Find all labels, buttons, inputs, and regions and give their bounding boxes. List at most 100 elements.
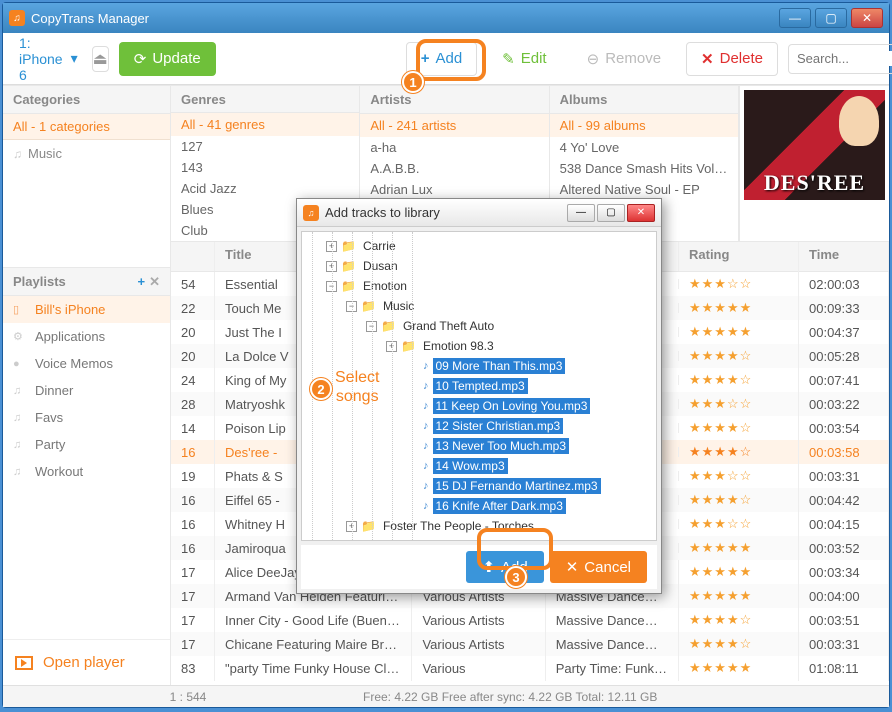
browser-item[interactable]: A.A.B.B.: [360, 158, 548, 179]
tree-node[interactable]: −📁Emotion: [306, 276, 652, 296]
folder-icon: 📁: [401, 339, 416, 353]
dialog-close[interactable]: ✕: [627, 204, 655, 222]
playlist-icon: ♫: [13, 385, 27, 397]
music-file-icon: ♪: [423, 480, 429, 492]
browser-item[interactable]: 538 Dance Smash Hits Vol…: [550, 158, 738, 179]
tree-node[interactable]: +📁Foster The People - Torches: [306, 516, 652, 536]
playlists-header: Playlists + ✕: [3, 268, 170, 296]
tree-label: Emotion 98.3: [420, 338, 497, 354]
playlist-item[interactable]: ♫ Dinner: [3, 377, 170, 404]
tree-label: 16 Knife After Dark.mp3: [433, 498, 566, 514]
device-selector[interactable]: 1: iPhone 6 ▾: [15, 31, 82, 87]
col-time[interactable]: Time: [799, 242, 889, 271]
browser-item[interactable]: 143: [171, 157, 359, 178]
artists-header: Artists: [360, 86, 548, 114]
albums-all[interactable]: All - 99 albums: [550, 114, 738, 137]
player-icon: [15, 656, 33, 670]
tree-file-selected[interactable]: ♪11 Keep On Loving You.mp3: [306, 396, 652, 416]
minimize-button[interactable]: —: [779, 8, 811, 28]
browser-item[interactable]: 4 Yo' Love: [550, 137, 738, 158]
refresh-icon: ⟳: [134, 50, 147, 68]
playlist-item[interactable]: ♫Workout: [3, 458, 170, 485]
track-row[interactable]: 17Inner City - Good Life (Buena Vi…Vario…: [171, 608, 889, 632]
categories-all[interactable]: All - 1 categories: [3, 114, 170, 140]
dialog-cancel-button[interactable]: ✕ Cancel: [550, 551, 647, 583]
dialog-icon: ♫: [303, 205, 319, 221]
maximize-button[interactable]: ▢: [815, 8, 847, 28]
update-button[interactable]: ⟳ Update: [119, 42, 216, 76]
tree-file-selected[interactable]: ♪12 Sister Christian.mp3: [306, 416, 652, 436]
tree-node[interactable]: +📁Carrie: [306, 236, 652, 256]
tree-node[interactable]: +📁Emotion 98.3: [306, 336, 652, 356]
playlist-item[interactable]: ●Voice Memos: [3, 350, 170, 377]
tree-file-selected[interactable]: ♪14 Wow.mp3: [306, 456, 652, 476]
music-file-icon: ♪: [423, 420, 429, 432]
tree-file-selected[interactable]: ♪09 More Than This.mp3: [306, 356, 652, 376]
tree-node[interactable]: −📁Grand Theft Auto: [306, 316, 652, 336]
playlist-item[interactable]: ⚙Applications: [3, 323, 170, 350]
tree-node[interactable]: +📁Dusan: [306, 256, 652, 276]
playlist-label: Favs: [35, 410, 63, 425]
eject-button[interactable]: ⏏: [92, 46, 109, 72]
tree-label: 14 Wow.mp3: [433, 458, 508, 474]
tree-label: Emotion: [360, 278, 410, 294]
upload-icon: ⬆: [482, 558, 495, 576]
track-row[interactable]: 17Chicane Featuring Maire Brenna…Various…: [171, 632, 889, 656]
edit-button[interactable]: ✎ Edit: [487, 42, 561, 76]
playlist-item[interactable]: ▯Bill's iPhone: [3, 296, 170, 323]
playlist-add-icon[interactable]: +: [138, 274, 146, 289]
minus-icon: ⊖: [587, 50, 600, 68]
playlist-icon: ♫: [13, 466, 27, 478]
remove-button[interactable]: ⊖ Remove: [572, 42, 676, 76]
delete-label: Delete: [720, 50, 763, 67]
playlist-label: Applications: [35, 329, 105, 344]
dialog-minimize[interactable]: —: [567, 204, 595, 222]
tree-expander[interactable]: +: [346, 541, 357, 542]
tree-file-selected[interactable]: ♪10 Tempted.mp3: [306, 376, 652, 396]
playlist-remove-icon[interactable]: ✕: [149, 274, 160, 290]
folder-icon: 📁: [361, 519, 376, 533]
music-file-icon: ♪: [423, 440, 429, 452]
folder-icon: 📁: [361, 299, 376, 313]
track-row[interactable]: 83"party Time Funky House Classi…Various…: [171, 656, 889, 680]
folder-icon: 📁: [381, 319, 396, 333]
tree-label: Hed Kandi_ Nu Disco: [380, 538, 501, 541]
browser-item[interactable]: Acid Jazz: [171, 178, 359, 199]
music-file-icon: ♪: [423, 400, 429, 412]
add-label: Add: [435, 50, 462, 67]
search-input[interactable]: [797, 51, 892, 66]
genres-all[interactable]: All - 41 genres: [171, 113, 359, 136]
browser-item[interactable]: Adrian Lux: [360, 179, 548, 200]
artists-all[interactable]: All - 241 artists: [360, 114, 548, 137]
playlist-label: Dinner: [35, 383, 73, 398]
playlist-item[interactable]: ♫Party: [3, 431, 170, 458]
browser-item[interactable]: 127: [171, 136, 359, 157]
tree-file-selected[interactable]: ♪15 DJ Fernando Martinez.mp3: [306, 476, 652, 496]
col-rating[interactable]: Rating: [679, 242, 799, 271]
pencil-icon: ✎: [502, 50, 515, 68]
tree-label: 13 Never Too Much.mp3: [433, 438, 570, 454]
app-icon: ♫: [9, 10, 25, 26]
annotation-step-3: 3: [505, 566, 527, 588]
status-bar: 1 : 544 Free: 4.22 GB Free after sync: 4…: [3, 685, 889, 707]
browser-item[interactable]: Altered Native Soul - EP: [550, 179, 738, 200]
dialog-maximize[interactable]: ▢: [597, 204, 625, 222]
tree-file-selected[interactable]: ♪ 13 Never Too Much.mp3: [306, 436, 652, 456]
dialog-cancel-label: Cancel: [584, 559, 631, 576]
tree-file-selected[interactable]: ♪16 Knife After Dark.mp3: [306, 496, 652, 516]
folder-icon: 📁: [341, 259, 356, 273]
open-player-button[interactable]: Open player: [3, 639, 170, 685]
tree-node[interactable]: −📁Music: [306, 296, 652, 316]
search-box[interactable]: 🔍: [788, 44, 892, 74]
tree-node[interactable]: +📁Hed Kandi_ Nu Disco: [306, 536, 652, 541]
delete-button[interactable]: ✕ Delete: [686, 42, 778, 76]
playlist-item[interactable]: ♫Favs: [3, 404, 170, 431]
playlist-label: Voice Memos: [35, 356, 113, 371]
close-button[interactable]: ✕: [851, 8, 883, 28]
browser-item[interactable]: a-ha: [360, 137, 548, 158]
category-item[interactable]: ♫ Music: [3, 140, 170, 167]
dialog-title: Add tracks to library: [325, 205, 565, 220]
remove-label: Remove: [605, 50, 661, 67]
add-button[interactable]: + Add: [406, 42, 477, 76]
folder-icon: 📁: [341, 279, 356, 293]
